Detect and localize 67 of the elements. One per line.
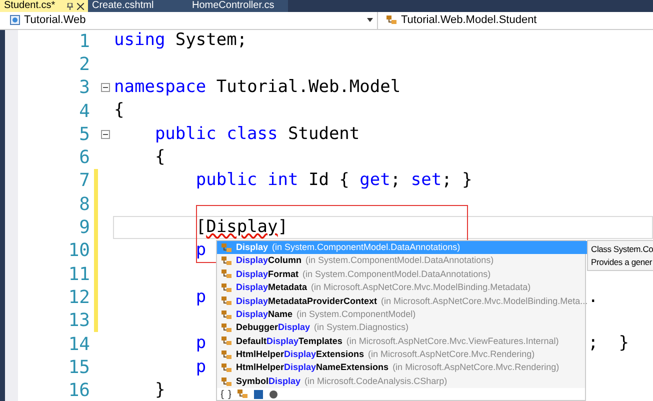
line-number: 10 [67,239,90,264]
completion-item[interactable]: DebuggerDisplay (in System.Diagnostics) [217,321,588,335]
code-line: p [194,332,206,356]
caret-icon [367,18,373,22]
class-icon [221,376,232,387]
class-icon [221,282,232,293]
code-line: namespace Tutorial.Web.Model [114,76,401,99]
class-icon [221,336,232,346]
line-number: 14 [67,332,90,357]
code-line: p [194,356,206,379]
code-line: { [154,146,166,169]
completion-item[interactable]: DisplayMetadata (in Microsoft.AspNetCore.Mvc.ModelBinding.Metadata) [217,281,588,295]
line-number: 15 [67,356,90,380]
class-filter-icon [237,389,248,400]
line-number: 9 [78,216,90,240]
line-number: 16 [67,379,90,401]
collapse-icon[interactable] [101,83,110,92]
code-line: public class Student [154,122,360,146]
completion-item[interactable]: SymbolDisplay (in Microsoft.CodeAnalysis.CSharp) [217,374,588,388]
line-number: 8 [78,192,90,217]
code-line: [Display] [194,216,288,239]
class-icon [221,242,232,253]
line-number: 3 [78,76,90,100]
line-number: 4 [78,100,90,124]
tooltip-text: Provides a gener [591,256,653,269]
class-icon [221,310,232,320]
code-line: public int Id { get; set; } [194,169,472,192]
document-tab[interactable]: Create.cshtml [88,0,188,12]
completion-item[interactable]: DisplayMetadataProviderContext (in Microsoft.AspNetCore.Mvc.ModelBinding.Meta... [217,294,588,308]
member-dropdown[interactable]: Tutorial.Web.Model.Student [378,12,653,28]
line-number: 5 [78,122,90,147]
code-line: } [154,378,166,401]
document-tab[interactable]: Student.cs* [0,0,88,12]
completion-item[interactable]: HtmlHelperDisplayNameExtensions (in Microsoft.AspNetCore.Mvc.Rendering) [217,362,588,375]
completion-item[interactable]: DisplayFormat (in System.ComponentModel.DataAnnotations) [217,268,588,282]
class-icon [221,269,232,280]
pin-icon[interactable] [67,2,73,10]
completion-item[interactable]: HtmlHelperDisplayExtensions (in Microsoft.AspNetCore.Mvc.Rendering) [217,348,588,362]
collapse-icon[interactable] [101,130,110,139]
completion-item[interactable]: DisplayName (in System.ComponentModel) [217,308,588,322]
line-number: 12 [67,286,90,310]
completion-item[interactable]: DisplayColumn (in System.ComponentModel.DataAnnotations) [217,254,588,268]
close-icon[interactable] [77,2,84,10]
line-number: 2 [78,52,90,77]
code-line: { [114,99,124,122]
line-number: 13 [67,309,90,334]
code-line: p [194,239,206,262]
class-icon [221,363,232,374]
code-fragment: . [588,286,598,309]
project-dropdown[interactable]: Tutorial.Web [0,12,378,28]
braces-icon[interactable] [221,390,231,399]
document-tab[interactable]: HomeController.cs [188,0,288,12]
code-line: using System; [114,29,248,52]
line-number: 7 [78,169,90,194]
class-icon [386,15,397,26]
class-icon [221,323,232,334]
line-number: 11 [67,262,90,287]
code-line: p [194,286,206,309]
tooltip-text: Class System.Co [591,243,653,256]
class-icon [221,296,232,306]
line-number: 1 [78,30,90,54]
project-icon [10,15,20,26]
code-fragment: ; } [588,332,629,356]
completion-item[interactable]: DefaultDisplayTemplates (in Microsoft.AspNetCore.Mvc.ViewFeatures.Internal) [217,334,588,348]
class-icon [221,350,232,360]
line-number: 6 [78,146,90,170]
class-icon [221,256,232,266]
